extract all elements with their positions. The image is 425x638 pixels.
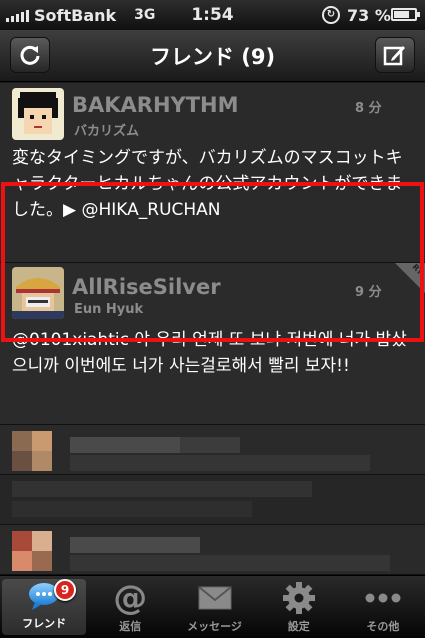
battery-icon	[391, 8, 420, 21]
tab-bar: 9 フレンド @ 返信 メッセージ 設定 その他	[0, 575, 425, 638]
compose-icon	[383, 46, 405, 66]
tab-more[interactable]: その他	[341, 576, 425, 638]
tab-replies[interactable]: @ 返信	[88, 576, 172, 638]
avatar[interactable]	[12, 267, 64, 319]
at-sign-icon: @	[113, 578, 148, 618]
pixelated-row	[0, 525, 425, 575]
tweet-text: 変なタイミングですが、バカリズムのマスコットキャラクターヒカルちゃんの公式アカウ…	[12, 148, 403, 220]
status-bar: SoftBank 3G 1:54 ↻ 73 %	[0, 0, 425, 30]
tab-label: 設定	[287, 620, 310, 633]
tab-label: 返信	[119, 620, 142, 633]
avatar[interactable]	[12, 88, 64, 140]
timeline-feed[interactable]: BAKARHYTHM バカリズム 8 分 変なタイミングですが、バカリズムのマス…	[0, 83, 425, 575]
refresh-button[interactable]	[10, 37, 50, 73]
tab-messages[interactable]: メッセージ	[172, 576, 256, 638]
unread-badge: 9	[54, 579, 76, 601]
envelope-icon	[195, 581, 235, 615]
pixelated-row	[0, 425, 425, 475]
tab-label: メッセージ	[187, 620, 242, 633]
tweet-timestamp: 9 分	[355, 285, 382, 300]
tweet-timestamp: 8 分	[355, 101, 382, 116]
tweet-item-selected[interactable]: AllRiseSilver Eun Hyuk 9 分 @0101xiahtic …	[0, 262, 425, 425]
tab-friends[interactable]: 9 フレンド	[2, 579, 87, 635]
refresh-icon	[20, 45, 40, 65]
tab-label: その他	[366, 620, 400, 633]
tweet-author-handle: Eun Hyuk	[74, 302, 144, 317]
tweet-text: @0101xiahtic 야 우리 언제 또 보냐 저번에 너가 밥샀으니까 이…	[12, 330, 407, 376]
tab-settings[interactable]: 設定	[257, 576, 341, 638]
tweet-author-name: BAKARHYTHM	[72, 93, 239, 117]
navigation-bar: フレンド (9)	[0, 30, 425, 82]
pixelated-row	[0, 475, 425, 525]
compose-button[interactable]	[375, 37, 415, 73]
tweet-author-name: AllRiseSilver	[72, 275, 221, 299]
more-dots-icon	[363, 581, 403, 615]
pixelated-tweet-list	[0, 425, 425, 575]
battery-percent: 73 %	[347, 5, 391, 25]
gear-icon	[279, 581, 319, 615]
rotation-lock-icon: ↻	[322, 6, 340, 24]
tab-label: フレンド	[22, 617, 67, 630]
page-title: フレンド (9)	[149, 44, 276, 69]
tweet-author-handle: バカリズム	[74, 124, 140, 139]
tweet-item[interactable]: BAKARHYTHM バカリズム 8 分 変なタイミングですが、バカリズムのマス…	[0, 83, 425, 263]
